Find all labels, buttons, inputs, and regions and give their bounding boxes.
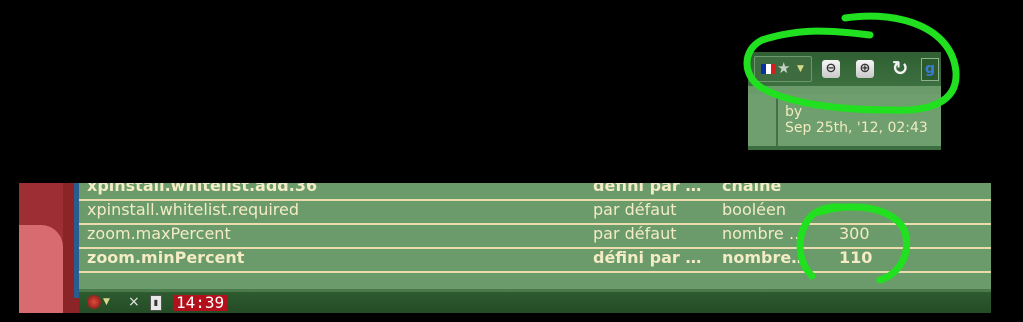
reload-icon[interactable]: ↻: [889, 57, 911, 79]
pref-type: booléen: [722, 200, 787, 219]
pref-value: 300: [839, 224, 870, 243]
close-icon[interactable]: ×: [128, 293, 140, 311]
pref-type: nombre…: [722, 248, 808, 267]
bookmark-star-icon[interactable]: ★: [777, 59, 790, 77]
table-row[interactable]: zoom.minPercent défini par … nombre… 110: [79, 247, 991, 273]
pref-status: par défaut: [593, 200, 677, 219]
pref-name: zoom.maxPercent: [87, 224, 231, 243]
url-bar-end[interactable]: ★ ▼: [754, 56, 812, 82]
pref-name: xpinstall.whitelist.required: [87, 200, 300, 219]
dropdown-arrow-icon[interactable]: ▼: [103, 295, 110, 309]
table-row[interactable]: zoom.maxPercent par défaut nombre … 300: [79, 223, 991, 249]
post-divider: [748, 146, 941, 150]
addon-status-icon[interactable]: [87, 295, 101, 309]
navigation-toolbar: ★ ▼ ⊖ ⊕ ↻ g: [748, 52, 941, 86]
post-gutter: [776, 94, 778, 150]
pref-value: 110: [839, 248, 873, 267]
post-author: by: [785, 104, 803, 120]
preferences-table: xpinstall.whitelist.add.36 défini par … …: [79, 183, 991, 291]
table-row[interactable]: xpinstall.whitelist.required par défaut …: [79, 199, 991, 225]
france-flag-icon: [761, 64, 776, 74]
zoom-out-button[interactable]: ⊖: [822, 60, 840, 78]
post-date: Sep 25th, '12, 02:43: [785, 120, 928, 136]
zoom-in-button[interactable]: ⊕: [856, 60, 874, 78]
forum-post-meta: by Sep 25th, '12, 02:43: [748, 94, 941, 150]
browser-toolbar-crop: ★ ▼ ⊖ ⊕ ↻ g by Sep 25th, '12, 02:43: [748, 52, 941, 150]
google-search-icon[interactable]: g: [921, 58, 939, 81]
status-bar: ▼ × ▮ 14:39: [79, 292, 991, 313]
device-icon[interactable]: ▮: [150, 295, 162, 311]
dropdown-arrow-icon[interactable]: ▼: [797, 60, 804, 78]
clock: 14:39: [173, 295, 228, 311]
pref-name: zoom.minPercent: [87, 248, 245, 267]
pref-status: par défaut: [593, 224, 677, 243]
pref-status: défini par …: [593, 248, 702, 267]
toolbar-separator: [748, 86, 941, 94]
pref-name: xpinstall.whitelist.add.36: [87, 183, 318, 195]
desktop-highlight: [19, 225, 63, 313]
pref-status: défini par …: [593, 183, 702, 195]
config-window-crop: xpinstall.whitelist.add.36 défini par … …: [19, 183, 991, 313]
pref-type: chaîne: [722, 183, 782, 195]
pref-type: nombre …: [722, 224, 805, 243]
